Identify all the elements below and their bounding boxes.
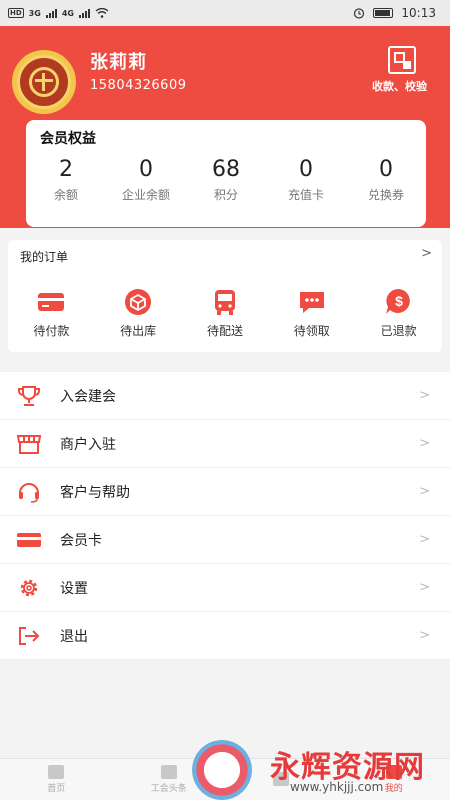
menu-label: 退出: [60, 628, 88, 645]
benefits-title: 会员权益: [40, 131, 96, 147]
store-icon: [16, 434, 42, 454]
stat-value: 2: [59, 157, 73, 182]
watermark-url: www.yhkjjj.com: [290, 780, 384, 794]
order-pending-pickup[interactable]: 待领取: [277, 286, 347, 339]
card-icon: [38, 293, 65, 311]
chevron-right-icon: >: [419, 436, 430, 451]
tab-home[interactable]: 首页: [16, 765, 96, 794]
stat-label: 兑换券: [367, 188, 404, 202]
union-logo-icon: [17, 55, 71, 109]
order-label: 待配送: [206, 324, 243, 338]
trophy-icon: [18, 385, 40, 406]
tab-label: 首页: [47, 784, 66, 794]
stat-label: 余额: [53, 188, 78, 202]
user-name: 张莉莉: [90, 52, 147, 73]
orders-title[interactable]: 我的订单: [20, 248, 68, 265]
wifi-icon: [95, 8, 109, 18]
chevron-right-icon: >: [419, 628, 430, 643]
stat-enterprise-balance[interactable]: 0 企业余额: [110, 156, 182, 203]
network-4g-badge: 4G: [61, 8, 74, 18]
signal-indicators: HD 3G 4G: [8, 8, 109, 18]
order-label: 待领取: [293, 324, 330, 338]
settings-menu: 入会建会 > 商户入驻 > 客户与帮助 > 会员卡 > 设置 > 退出 >: [0, 372, 450, 660]
chevron-right-icon: >: [419, 484, 430, 499]
status-right: 10:13: [353, 6, 436, 20]
status-bar: HD 3G 4G 10:13: [0, 0, 450, 26]
stat-label: 企业余额: [121, 188, 170, 202]
stat-label: 积分: [213, 188, 238, 202]
order-label: 已退款: [380, 324, 417, 338]
menu-label: 会员卡: [60, 532, 102, 549]
order-pending-delivery[interactable]: 待配送: [190, 286, 260, 339]
menu-item-settings[interactable]: 设置 >: [0, 564, 450, 612]
order-pending-payment[interactable]: 待付款: [16, 286, 86, 339]
box-icon: [125, 289, 152, 315]
menu-label: 商户入驻: [60, 436, 116, 453]
stat-label: 充值卡: [287, 188, 324, 202]
member-benefits-card: 会员权益 2 余额 0 企业余额 68 积分 0 充值卡 0 兑换券: [26, 120, 426, 227]
chevron-right-icon: >: [419, 532, 430, 547]
bus-icon: [214, 290, 235, 315]
stat-value: 0: [139, 157, 153, 182]
signal-icon: [45, 8, 57, 18]
stat-coupon[interactable]: 0 兑换券: [350, 156, 422, 203]
avatar[interactable]: [12, 50, 76, 114]
news-icon: [160, 765, 177, 779]
status-time: 10:13: [401, 6, 436, 20]
chevron-right-icon: >: [419, 580, 430, 595]
order-pending-outbound[interactable]: 待出库: [103, 286, 173, 339]
scan-button-label[interactable]: 收款、校验: [372, 78, 427, 94]
benefits-stats: 2 余额 0 企业余额 68 积分 0 充值卡 0 兑换券: [26, 156, 426, 203]
chevron-right-icon: >: [419, 388, 430, 403]
stat-balance[interactable]: 2 余额: [30, 156, 102, 203]
logout-icon: [19, 626, 40, 645]
order-label: 待付款: [33, 324, 70, 338]
battery-icon: [373, 8, 394, 18]
home-icon: [48, 765, 65, 779]
menu-item-merchant[interactable]: 商户入驻 >: [0, 420, 450, 468]
signal-icon-2: [78, 8, 90, 18]
menu-item-member-card[interactable]: 会员卡 >: [0, 516, 450, 564]
user-phone: 15804326609: [90, 78, 187, 93]
dollar-icon: $: [385, 288, 410, 314]
stat-recharge-card[interactable]: 0 充值卡: [270, 156, 342, 203]
stat-value: 0: [299, 157, 313, 182]
menu-item-logout[interactable]: 退出 >: [0, 612, 450, 660]
menu-item-help[interactable]: 客户与帮助 >: [0, 468, 450, 516]
order-refunded[interactable]: $ 已退款: [364, 286, 434, 339]
tab-label: 工会头条: [150, 784, 187, 794]
gear-icon: [20, 579, 38, 596]
my-orders-card: 我的订单 > 待付款 待出库 待配送 待领取 $ 已退款: [8, 240, 442, 352]
stat-points[interactable]: 68 积分: [190, 156, 262, 203]
menu-item-join-union[interactable]: 入会建会 >: [0, 372, 450, 420]
stat-value: 0: [379, 157, 393, 182]
order-status-row: 待付款 待出库 待配送 待领取 $ 已退款: [8, 286, 442, 339]
network-3g-badge: 3G: [28, 8, 41, 18]
chat-icon: [299, 292, 324, 313]
hd-badge: HD: [8, 8, 24, 18]
menu-label: 设置: [60, 580, 88, 597]
menu-label: 客户与帮助: [60, 484, 130, 501]
svg-text:$: $: [395, 293, 403, 309]
alarm-icon: [354, 8, 365, 19]
card-icon: [17, 532, 41, 547]
watermark-logo: [192, 740, 252, 800]
orders-more-arrow[interactable]: >: [421, 246, 432, 261]
headset-icon: [19, 482, 39, 503]
stat-value: 68: [212, 157, 240, 182]
qr-code-icon[interactable]: [388, 46, 416, 74]
menu-label: 入会建会: [60, 388, 116, 405]
order-label: 待出库: [120, 324, 157, 338]
